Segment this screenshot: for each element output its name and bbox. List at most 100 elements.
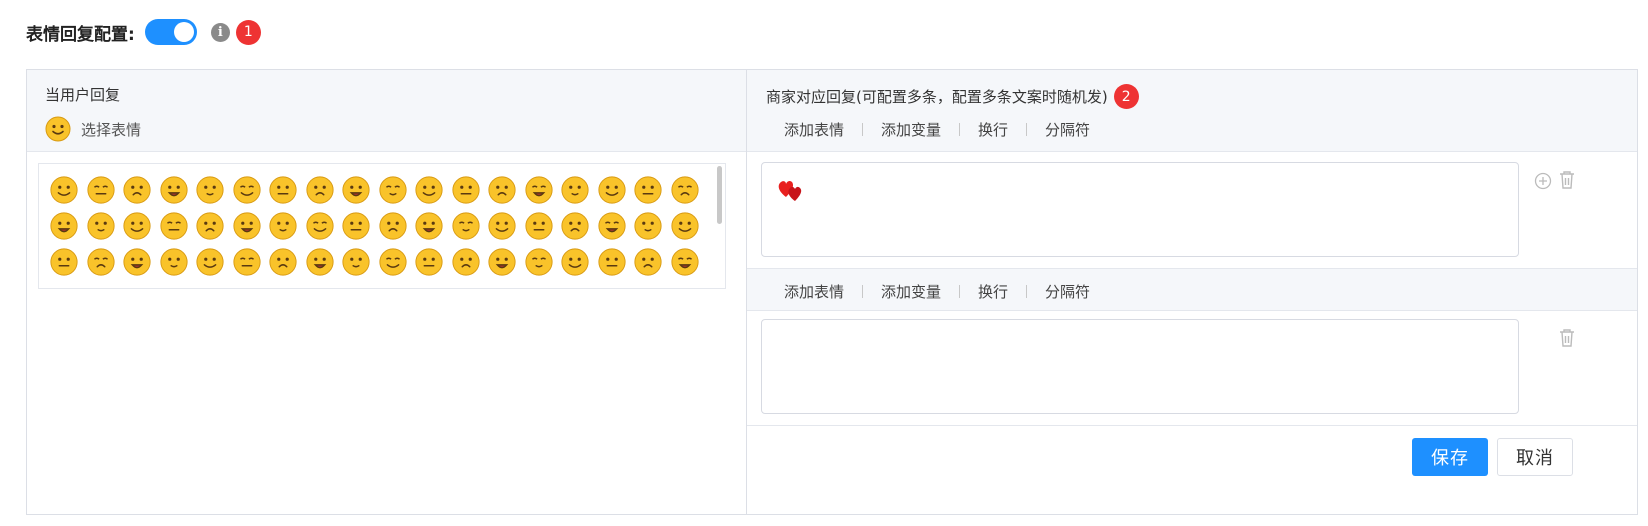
form-footer: 保存 取消 (747, 426, 1637, 514)
emoji-option-icon[interactable] (669, 174, 701, 206)
emoji-option-icon[interactable] (304, 210, 336, 242)
emoji-option-icon[interactable] (48, 174, 80, 206)
emoji-picker (38, 163, 726, 289)
delete-reply-1-icon[interactable] (1558, 170, 1576, 190)
emoji-option-icon[interactable] (194, 246, 226, 278)
emoji-option-icon[interactable] (158, 174, 190, 206)
emoji-option-icon[interactable] (85, 246, 117, 278)
emoji-option-icon[interactable] (450, 174, 482, 206)
add-variable-button[interactable]: 添加变量 (881, 281, 941, 302)
emoji-option-icon[interactable] (632, 210, 664, 242)
choose-emoji-label: 选择表情 (81, 120, 142, 139)
smile-icon (45, 116, 71, 142)
emoji-option-icon[interactable] (158, 210, 190, 242)
emoji-option-icon[interactable] (669, 210, 701, 242)
emoji-option-icon[interactable] (158, 246, 190, 278)
emoji-option-icon[interactable] (596, 210, 628, 242)
add-emoji-button[interactable]: 添加表情 (784, 281, 844, 302)
info-icon[interactable]: i (210, 22, 230, 42)
emoji-option-icon[interactable] (669, 246, 701, 278)
emoji-option-icon[interactable] (486, 246, 518, 278)
config-panel: 当用户回复 选择表情 商家对应回复(可配置多条，配置多条文案时随机发) 2 添加… (26, 69, 1638, 515)
emoji-option-icon[interactable] (486, 210, 518, 242)
toolbar-divider (1026, 123, 1028, 136)
merchant-reply-title-row: 商家对应回复(可配置多条，配置多条文案时随机发) 2 (766, 84, 1637, 109)
save-button[interactable]: 保存 (1412, 438, 1488, 476)
merchant-reply-header: 商家对应回复(可配置多条，配置多条文案时随机发) 2 添加表情 添加变量 换行 … (747, 70, 1637, 152)
emoji-option-icon[interactable] (450, 210, 482, 242)
emoji-option-icon[interactable] (413, 174, 445, 206)
reply1-textarea[interactable] (761, 162, 1519, 257)
emoji-option-icon[interactable] (523, 210, 555, 242)
choose-emoji-button[interactable]: 选择表情 (45, 116, 746, 142)
emoji-reply-config-bar: 表情回复配置: i 1 (26, 16, 261, 48)
emoji-option-icon[interactable] (632, 246, 664, 278)
emoji-option-icon[interactable] (194, 210, 226, 242)
toolbar-divider (959, 123, 961, 136)
emoji-option-icon[interactable] (85, 210, 117, 242)
toolbar-divider (862, 285, 864, 298)
emoji-option-icon[interactable] (559, 210, 591, 242)
emoji-option-icon[interactable] (121, 210, 153, 242)
line-break-button[interactable]: 换行 (978, 119, 1008, 140)
emoji-option-icon[interactable] (632, 174, 664, 206)
emoji-option-icon[interactable] (194, 174, 226, 206)
emoji-option-icon[interactable] (267, 246, 299, 278)
add-reply-icon[interactable] (1534, 172, 1552, 190)
emoji-option-icon[interactable] (413, 246, 445, 278)
toolbar-divider (862, 123, 864, 136)
emoji-option-icon[interactable] (377, 246, 409, 278)
user-reply-column: 当用户回复 选择表情 (27, 70, 747, 514)
emoji-option-icon[interactable] (48, 210, 80, 242)
emoji-option-icon[interactable] (596, 246, 628, 278)
toolbar-divider (959, 285, 961, 298)
emoji-option-icon[interactable] (450, 246, 482, 278)
emoji-option-icon[interactable] (304, 246, 336, 278)
emoji-option-icon[interactable] (267, 210, 299, 242)
reply2-textarea[interactable] (761, 319, 1519, 414)
line-break-button[interactable]: 换行 (978, 281, 1008, 302)
emoji-reply-config-label: 表情回复配置: (26, 24, 135, 45)
emoji-option-icon[interactable] (231, 246, 263, 278)
emoji-option-icon[interactable] (267, 174, 299, 206)
emoji-option-icon[interactable] (340, 210, 372, 242)
emoji-option-icon[interactable] (559, 174, 591, 206)
emoji-option-icon[interactable] (377, 210, 409, 242)
emoji-option-icon[interactable] (231, 210, 263, 242)
add-variable-button[interactable]: 添加变量 (881, 119, 941, 140)
emoji-option-icon[interactable] (523, 174, 555, 206)
emoji-option-icon[interactable] (413, 210, 445, 242)
emoji-option-icon[interactable] (486, 174, 518, 206)
emoji-reply-toggle[interactable] (144, 19, 197, 45)
emoji-option-icon[interactable] (340, 246, 372, 278)
reply2-toolbar: 添加表情 添加变量 换行 分隔符 (784, 281, 1090, 302)
emoji-option-icon[interactable] (377, 174, 409, 206)
emoji-option-icon[interactable] (121, 174, 153, 206)
emoji-picker-scrollbar[interactable] (717, 166, 722, 224)
toolbar-divider (1026, 285, 1028, 298)
cancel-button[interactable]: 取消 (1497, 438, 1573, 476)
user-reply-title: 当用户回复 (45, 86, 121, 104)
add-emoji-button[interactable]: 添加表情 (784, 119, 844, 140)
separator-button[interactable]: 分隔符 (1045, 119, 1090, 140)
emoji-option-icon[interactable] (121, 246, 153, 278)
annotation-badge-2: 2 (1113, 84, 1139, 109)
annotation-badge-1: 1 (235, 19, 261, 45)
merchant-reply-title: 商家对应回复(可配置多条，配置多条文案时随机发) (766, 88, 1108, 106)
reply1-toolbar: 添加表情 添加变量 换行 分隔符 (784, 119, 1637, 140)
emoji-option-icon[interactable] (48, 246, 80, 278)
delete-reply-2-icon[interactable] (1558, 328, 1576, 348)
emoji-option-icon[interactable] (85, 174, 117, 206)
emoji-option-icon[interactable] (523, 246, 555, 278)
merchant-reply-column: 商家对应回复(可配置多条，配置多条文案时随机发) 2 添加表情 添加变量 换行 … (747, 70, 1637, 514)
emoji-option-icon[interactable] (596, 174, 628, 206)
emoji-option-icon[interactable] (559, 246, 591, 278)
reply-item-1: 3 (747, 152, 1637, 303)
emoji-option-icon[interactable] (304, 174, 336, 206)
separator-button[interactable]: 分隔符 (1045, 281, 1090, 302)
heart-emoji-icon (778, 180, 802, 201)
reply2-toolbar-bar: 添加表情 添加变量 换行 分隔符 (747, 269, 1637, 311)
toggle-knob (173, 22, 194, 42)
emoji-option-icon[interactable] (231, 174, 263, 206)
emoji-option-icon[interactable] (340, 174, 372, 206)
